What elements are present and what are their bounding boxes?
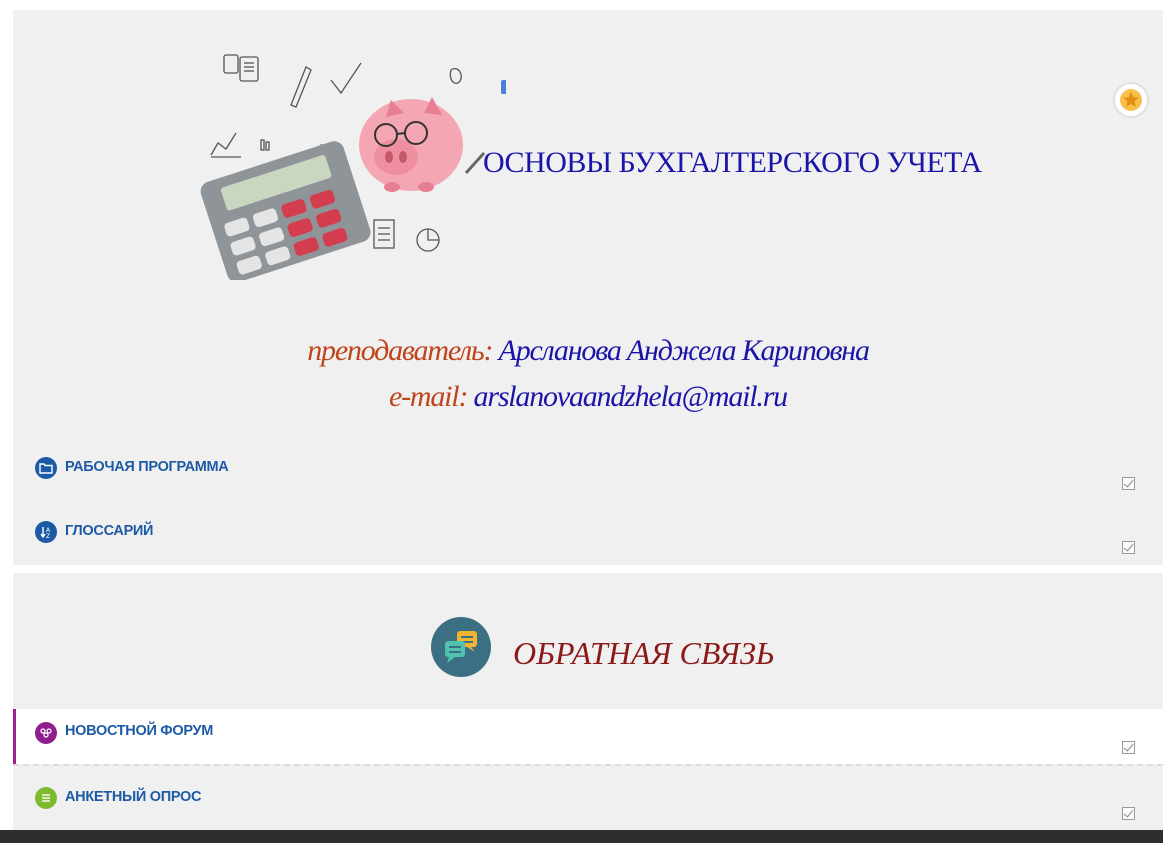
favorite-star-button[interactable] xyxy=(1113,82,1149,118)
activity-survey[interactable]: АНКЕТНЫЙ ОПРОС xyxy=(13,770,1163,828)
glossary-icon: AZ xyxy=(35,521,57,543)
activity-work-program[interactable]: РАБОЧАЯ ПРОГРАММА xyxy=(13,442,1163,500)
row-divider xyxy=(13,764,1163,766)
window-bottom-edge xyxy=(0,830,1163,843)
activity-news-forum[interactable]: НОВОСТНОЙ ФОРУМ xyxy=(13,709,1163,764)
svg-text:Z: Z xyxy=(46,533,50,539)
email-label: e-mail: xyxy=(389,380,468,413)
activity-glossary[interactable]: AZ ГЛОССАРИЙ xyxy=(13,503,1163,561)
feedback-chat-icon xyxy=(431,617,491,677)
course-title: ОСНОВЫ БУХГАЛТЕРСКОГО УЧЕТА xyxy=(483,146,982,179)
forum-icon xyxy=(35,722,57,744)
feedback-section: ОБРАТНАЯ СВЯЗЬ НОВОСТНОЙ ФОРУМ АНКЕТНЫЙ … xyxy=(13,573,1163,830)
activity-label[interactable]: ГЛОССАРИЙ xyxy=(65,523,153,539)
completion-checkbox[interactable] xyxy=(1122,807,1135,820)
accounting-banner-image: % xyxy=(200,54,506,280)
email-value[interactable]: arslanovaandzhela@mail.ru xyxy=(474,380,789,413)
completion-checkbox[interactable] xyxy=(1122,741,1135,754)
completion-checkbox[interactable] xyxy=(1122,541,1135,554)
activity-label[interactable]: АНКЕТНЫЙ ОПРОС xyxy=(65,789,201,805)
email-line: e-mail: arslanovaandzhela@mail.ru xyxy=(13,380,1163,414)
activity-label[interactable]: НОВОСТНОЙ ФОРУМ xyxy=(65,723,213,739)
course-header-section: % xyxy=(13,10,1163,565)
feedback-section-title: ОБРАТНАЯ СВЯЗЬ xyxy=(513,635,775,671)
survey-icon xyxy=(35,787,57,809)
completion-checkbox[interactable] xyxy=(1122,477,1135,490)
folder-icon xyxy=(35,457,57,479)
activity-label[interactable]: РАБОЧАЯ ПРОГРАММА xyxy=(65,459,229,475)
teacher-line: преподаватель: Арсланова Анджела Карипов… xyxy=(13,334,1163,368)
star-icon xyxy=(1120,89,1142,111)
teacher-label: преподаватель: xyxy=(307,334,493,367)
teacher-name: Арсланова Анджела Кариповна xyxy=(498,334,870,367)
